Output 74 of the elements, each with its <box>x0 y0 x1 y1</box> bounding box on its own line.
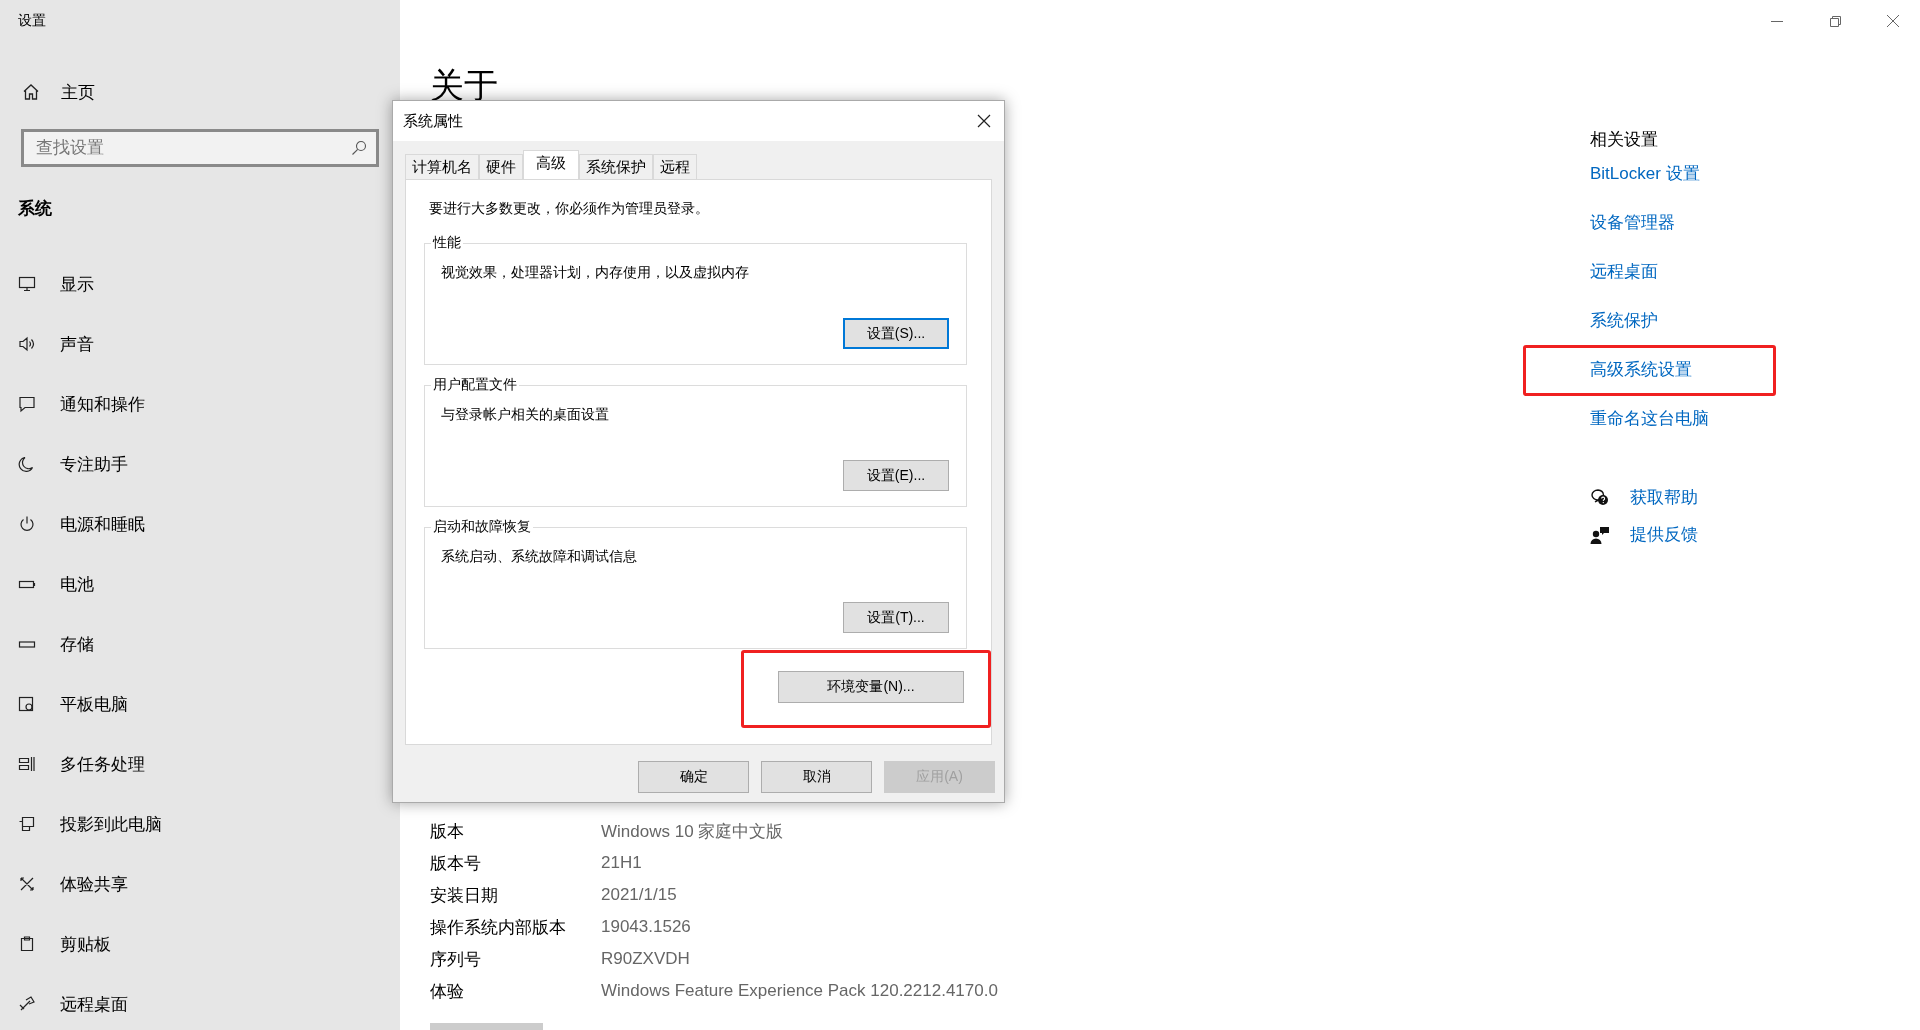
spec-label: 安装日期 <box>430 884 499 907</box>
home-link[interactable]: 主页 <box>61 80 95 104</box>
tab[interactable]: 系统保护 <box>579 154 653 179</box>
nav-item[interactable]: 远程桌面 <box>60 992 128 1016</box>
speech-bubble-icon <box>18 395 36 413</box>
help-bubble-icon <box>1590 487 1610 508</box>
clipboard-icon <box>18 935 36 953</box>
spec-label: 序列号 <box>430 948 482 971</box>
nav-item[interactable]: 存储 <box>60 632 94 656</box>
related-settings-heading: 相关设置 <box>1590 129 1659 151</box>
page-title: 关于 <box>430 65 499 106</box>
search-icon <box>351 140 367 156</box>
settings-link[interactable]: 重命名这台电脑 <box>1590 409 1709 428</box>
group-description: 系统启动、系统故障和调试信息 <box>441 548 638 566</box>
close-icon[interactable] <box>976 113 992 129</box>
settings-link[interactable]: 设备管理器 <box>1590 213 1675 232</box>
search-field[interactable]: 查找设置 <box>21 129 379 167</box>
settings-button[interactable]: 设置(T)... <box>843 602 949 633</box>
dialog-title: 系统属性 <box>403 111 463 131</box>
nav-item[interactable]: 专注助手 <box>60 452 128 476</box>
tab[interactable]: 远程 <box>653 154 697 179</box>
group-label: 性能 <box>431 234 463 252</box>
spec-value: Windows 10 家庭中文版 <box>601 820 785 843</box>
spec-value: Windows Feature Experience Pack 120.2212.4170.0 <box>601 981 999 1001</box>
group-label: 用户配置文件 <box>431 376 519 394</box>
nav-item[interactable]: 体验共享 <box>60 872 128 896</box>
home-icon <box>22 83 40 101</box>
nav-item[interactable]: 平板电脑 <box>60 692 128 716</box>
spec-label: 版本号 <box>430 852 482 875</box>
group-description: 与登录帐户相关的桌面设置 <box>441 406 610 424</box>
spec-label: 版本 <box>430 820 465 843</box>
group-description: 视觉效果，处理器计划，内存使用，以及虚拟内存 <box>441 264 750 282</box>
tab[interactable]: 计算机名 <box>405 154 479 179</box>
projector-icon <box>18 815 36 833</box>
notice-text: 要进行大多数更改，你必须作为管理员登录。 <box>429 200 710 218</box>
nav-item[interactable]: 电池 <box>60 572 94 596</box>
speaker-icon <box>18 335 36 353</box>
settings-button[interactable]: 设置(S)... <box>843 318 949 349</box>
settings-link[interactable]: 远程桌面 <box>1590 262 1658 281</box>
spec-label: 操作系统内部版本 <box>430 916 567 939</box>
nav-item[interactable]: 多任务处理 <box>60 752 145 776</box>
settings-link[interactable]: 系统保护 <box>1590 311 1658 330</box>
spec-value: 21H1 <box>601 853 643 873</box>
share-icon <box>18 875 36 893</box>
settings-button[interactable]: 设置(E)... <box>843 460 949 491</box>
spec-value: R90ZXVDH <box>601 949 691 969</box>
settings-link[interactable]: 高级系统设置 <box>1590 360 1692 379</box>
nav-item[interactable]: 投影到此电脑 <box>60 812 162 836</box>
moon-icon <box>18 455 36 473</box>
group-label: 启动和故障恢复 <box>431 518 533 536</box>
monitor-icon <box>18 275 36 293</box>
nav-item[interactable]: 显示 <box>60 272 94 296</box>
nav-item[interactable]: 电源和睡眠 <box>60 512 145 536</box>
dialog-button[interactable]: 确定 <box>638 761 749 793</box>
spec-value: 2021/1/15 <box>601 885 678 905</box>
help-link[interactable]: 获取帮助 <box>1630 486 1698 509</box>
power-icon <box>18 515 36 533</box>
nav-item[interactable]: 剪贴板 <box>60 932 111 956</box>
settings-link[interactable]: BitLocker 设置 <box>1590 164 1700 183</box>
multitask-icon <box>18 755 36 773</box>
spec-label: 体验 <box>430 980 465 1003</box>
environment-variables-button[interactable]: 环境变量(N)... <box>778 671 964 703</box>
tablet-icon <box>18 695 36 713</box>
tab[interactable]: 硬件 <box>479 154 523 179</box>
section-heading: 系统 <box>18 198 53 220</box>
help-link[interactable]: 提供反馈 <box>1630 523 1698 546</box>
tab[interactable]: 高级 <box>523 150 579 179</box>
window-title: 设置 <box>18 12 47 30</box>
feedback-person-icon <box>1590 524 1610 545</box>
remote-icon <box>18 995 36 1013</box>
nav-item[interactable]: 通知和操作 <box>60 392 145 416</box>
dialog-button[interactable]: 取消 <box>761 761 872 793</box>
spec-value: 19043.1526 <box>601 917 692 937</box>
nav-item[interactable]: 声音 <box>60 332 94 356</box>
